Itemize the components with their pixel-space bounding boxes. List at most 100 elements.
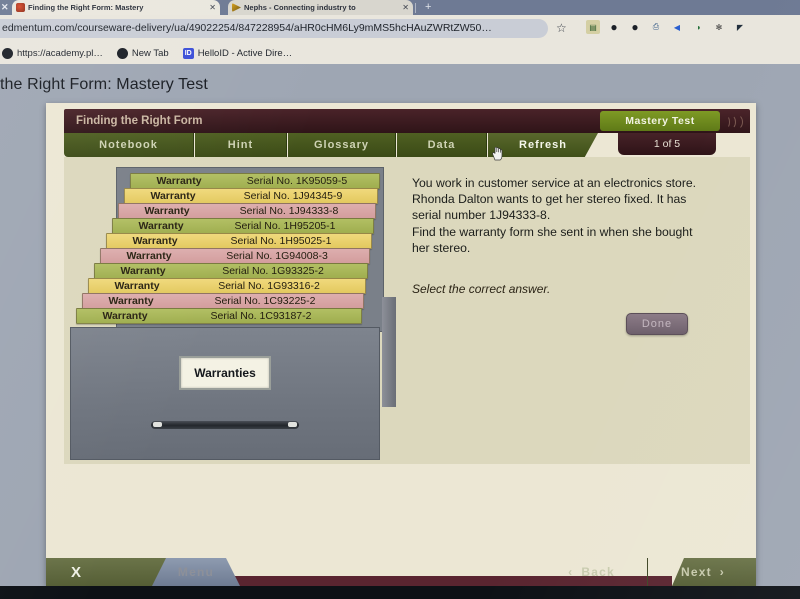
folder-label: Warranty xyxy=(150,190,196,202)
question-line: her stereo. xyxy=(412,240,471,255)
tab-glossary[interactable]: Glossary xyxy=(288,133,396,157)
page-title: the Right Form: Mastery Test xyxy=(0,76,208,93)
folder-label: Warranty xyxy=(126,250,172,262)
shield-extension-icon[interactable]: ● xyxy=(607,20,621,34)
question-panel: You work in customer service at an elect… xyxy=(412,175,732,335)
folder-label: Warranty xyxy=(132,235,178,247)
folder-item[interactable]: Warranty Serial No. 1G93316-2 xyxy=(88,278,366,294)
puzzle-extension-icon[interactable]: ✻ xyxy=(712,20,726,34)
nephs-favicon-icon xyxy=(232,3,241,12)
back-button-label: Back xyxy=(581,565,615,579)
browser-tab-2-title: Nephs - Connecting industry to xyxy=(244,3,356,12)
folder-item[interactable]: Warranty Serial No. 1H95025-1 xyxy=(106,233,372,249)
bookmark-item-new-tab-label: New Tab xyxy=(131,47,169,59)
contrast-extension-icon[interactable]: ◑ xyxy=(691,20,705,34)
tab-hint-label: Hint xyxy=(227,139,254,151)
page-counter-label: 1 of 5 xyxy=(653,138,681,150)
folder-item[interactable]: Warranty Serial No. 1K95059-5 xyxy=(130,173,380,189)
question-text: You work in customer service at an elect… xyxy=(412,175,732,256)
folder-item[interactable]: Warranty Serial No. 1G94008-3 xyxy=(100,248,370,264)
browser-tab-2-close-icon[interactable]: ✕ xyxy=(402,0,409,15)
screen-bezel-bottom xyxy=(0,586,800,599)
menu-button-label: Menu xyxy=(177,565,215,579)
folder-label: Warranty xyxy=(114,280,160,292)
answer-prompt: Select the correct answer. xyxy=(412,282,551,297)
drawer-handle[interactable] xyxy=(151,421,299,429)
folder-serial: Serial No. 1K95059-5 xyxy=(246,175,348,187)
screen-photo: ✕ Finding the Right Form: Mastery ✕ Neph… xyxy=(0,0,800,599)
printer-extension-icon[interactable]: ⎙ xyxy=(649,20,663,34)
app-title-bar: Finding the Right Form Mastery Test xyxy=(64,109,750,133)
folder-item[interactable]: Warranty Serial No. 1C93187-2 xyxy=(76,308,362,324)
cabinet-side-edge xyxy=(382,297,396,407)
tab-divider xyxy=(415,3,416,13)
capture-extension-icon[interactable]: ◤ xyxy=(733,20,747,34)
tab-refresh[interactable]: Refresh xyxy=(488,133,598,157)
url-input[interactable]: edmentum.com/courseware-delivery/ua/4902… xyxy=(2,15,542,42)
folder-item[interactable]: Warranty Serial No. 1J94333-8 xyxy=(118,203,376,219)
reader-extension-icon[interactable]: ▤ xyxy=(586,20,600,34)
folder-serial: Serial No. 1J94345-9 xyxy=(243,190,343,202)
next-button-label: Next xyxy=(680,565,712,579)
app-bottom-bar: X Menu ‹ Back Next › xyxy=(46,558,756,586)
folder-item[interactable]: Warranty Serial No. 1J94345-9 xyxy=(124,188,378,204)
folder-label: Warranty xyxy=(144,205,190,217)
chevron-right-icon: › xyxy=(719,565,725,579)
tab-data-label: Data xyxy=(427,139,456,151)
tab-notebook[interactable]: Notebook xyxy=(64,133,194,157)
shield-extension-icon-2[interactable]: ● xyxy=(628,20,642,34)
bookmark-item-helloid[interactable]: ID HelloID - Active Dire… xyxy=(182,47,293,59)
tab-glossary-label: Glossary xyxy=(313,139,370,151)
cabinet-drawer-front[interactable]: Warranties xyxy=(70,327,380,460)
question-line: You work in customer service at an elect… xyxy=(412,176,697,190)
bookmark-item-helloid-label: HelloID - Active Dire… xyxy=(197,47,293,59)
bookmark-item-academy[interactable]: https://academy.pl… xyxy=(2,47,103,59)
window-close-icon[interactable]: ✕ xyxy=(1,0,9,15)
folder-serial: Serial No. 1C93225-2 xyxy=(214,295,316,307)
folder-label: Warranty xyxy=(102,310,148,322)
done-button-label: Done xyxy=(641,318,673,330)
bookmark-item-new-tab[interactable]: New Tab xyxy=(116,47,169,59)
folder-serial: Serial No. 1J94333-8 xyxy=(239,205,339,217)
bookmark-star-icon[interactable]: ☆ xyxy=(556,15,567,42)
done-button[interactable]: Done xyxy=(626,313,688,335)
question-line: serial number 1J94333-8. xyxy=(412,208,551,223)
close-button-label: X xyxy=(70,563,81,581)
folder-item[interactable]: Warranty Serial No. 1C93225-2 xyxy=(82,293,364,309)
folder-label: Warranty xyxy=(138,220,184,232)
tab-data[interactable]: Data xyxy=(397,133,487,157)
tab-refresh-label: Refresh xyxy=(519,139,567,151)
tab-hint[interactable]: Hint xyxy=(195,133,287,157)
browser-tab-1-close-icon[interactable]: ✕ xyxy=(209,0,216,15)
folder-serial: Serial No. 1C93187-2 xyxy=(210,310,312,322)
back-button[interactable]: ‹ Back xyxy=(536,558,648,586)
folder-serial: Serial No. 1H95025-1 xyxy=(230,235,332,247)
speaker-extension-icon[interactable]: ◀ xyxy=(670,20,684,34)
chevron-left-icon: ‹ xyxy=(568,565,574,579)
extensions-toolbar: ▤ ● ● ⎙ ◀ ◑ ✻ ◤ xyxy=(586,20,747,34)
close-button[interactable]: X xyxy=(46,558,106,586)
question-line: Rhonda Dalton wants to get her stereo fi… xyxy=(412,192,687,207)
browser-tab-strip: ✕ Finding the Right Form: Mastery ✕ Neph… xyxy=(0,0,800,15)
bookmarks-bar: https://academy.pl… New Tab ID HelloID -… xyxy=(0,42,800,64)
folder-serial: Serial No. 1G94008-3 xyxy=(226,250,328,262)
bookmark-item-academy-label: https://academy.pl… xyxy=(17,47,103,59)
app-lower-panel xyxy=(46,464,756,558)
folder-item[interactable]: Warranty Serial No. 1H95205-1 xyxy=(112,218,374,234)
app-title: Finding the Right Form xyxy=(76,115,203,127)
drawer-label: Warranties xyxy=(194,366,256,380)
tab-notebook-label: Notebook xyxy=(99,139,158,151)
page-counter: 1 of 5 xyxy=(618,133,716,155)
folder-serial: Serial No. 1G93325-2 xyxy=(222,265,324,277)
browser-tab-2[interactable]: Nephs - Connecting industry to ✕ xyxy=(228,0,413,15)
browser-tab-1[interactable]: Finding the Right Form: Mastery ✕ xyxy=(12,0,220,15)
browser-tab-1-title: Finding the Right Form: Mastery xyxy=(28,3,144,12)
mastery-test-badge: Mastery Test xyxy=(600,111,720,131)
folder-serial: Serial No. 1H95205-1 xyxy=(234,220,336,232)
new-tab-button[interactable]: + xyxy=(425,0,431,14)
mastery-test-badge-label: Mastery Test xyxy=(625,115,695,127)
folder-item[interactable]: Warranty Serial No. 1G93325-2 xyxy=(94,263,368,279)
next-button[interactable]: Next › xyxy=(650,558,756,586)
folder-label: Warranty xyxy=(156,175,202,187)
menu-button[interactable]: Menu xyxy=(152,558,240,586)
